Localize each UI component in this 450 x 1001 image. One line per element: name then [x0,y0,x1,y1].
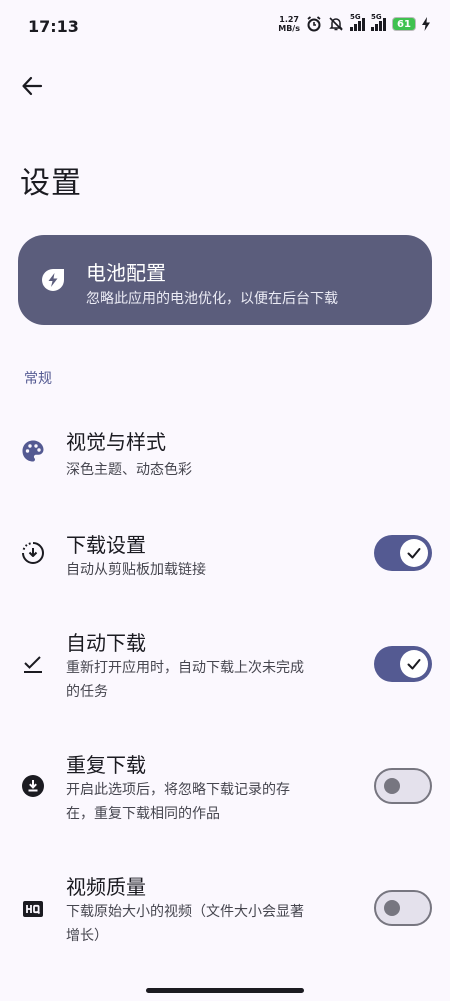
setting-subtitle: 深色主题、动态色彩 [66,462,192,478]
download-settings-toggle[interactable] [374,535,432,571]
back-button[interactable] [14,68,50,104]
setting-subtitle-line-2: 在，重复下载相同的作品 [66,806,220,822]
page-title: 设置 [20,166,82,201]
network-speed: 1.27 MB/s [278,15,300,33]
setting-subtitle-line-2: 增长） [66,928,108,944]
battery-card-title: 电池配置 [86,261,166,285]
setting-video-quality[interactable]: 视频质量 下载原始大小的视频（文件大小会显著 增长） [0,868,450,948]
setting-subtitle-line-1: 开启此选项后，将忽略下载记录的存 [66,782,290,798]
hq-icon [20,896,46,922]
done-download-icon [20,652,46,678]
setting-subtitle-line-1: 重新打开应用时，自动下载上次未完成 [66,660,304,676]
video-quality-toggle[interactable] [374,890,432,926]
charging-bolt-icon [422,17,430,31]
auto-download-toggle[interactable] [374,646,432,682]
setting-title: 视频质量 [66,875,146,899]
repeat-download-toggle[interactable] [374,768,432,804]
setting-title: 重复下载 [66,753,146,777]
section-header-general: 常规 [24,371,52,387]
download-circle-icon [20,540,46,566]
battery-config-card[interactable]: 电池配置 忽略此应用的电池优化，以便在后台下载 [18,235,432,325]
battery-icon: 61 [392,17,416,31]
setting-title: 自动下载 [66,631,146,655]
arrow-back-icon [22,76,43,96]
status-icons: 1.27 MB/s 5G 5G 61 [278,13,430,33]
setting-title: 下载设置 [66,533,146,557]
alarm-icon [306,16,322,32]
palette-icon [20,438,46,464]
signal-icon-1: 5G [350,13,365,31]
download-filled-icon [20,773,46,799]
check-icon [407,659,421,670]
setting-repeat-download[interactable]: 重复下载 开启此选项后，将忽略下载记录的存 在，重复下载相同的作品 [0,746,450,826]
setting-visual-style[interactable]: 视觉与样式 深色主题、动态色彩 [0,420,450,500]
gesture-navigation-bar[interactable] [146,988,304,993]
mute-icon [328,16,344,32]
status-bar: 17:13 1.27 MB/s 5G 5G 61 [0,0,450,54]
signal-icon-2: 5G [371,13,386,31]
battery-bolt-icon [40,267,66,293]
setting-title: 视觉与样式 [66,430,166,454]
battery-card-subtitle: 忽略此应用的电池优化，以便在后台下载 [86,291,338,307]
status-time: 17:13 [28,17,79,36]
setting-auto-download[interactable]: 自动下载 重新打开应用时，自动下载上次未完成 的任务 [0,624,450,704]
setting-subtitle-line-2: 的任务 [66,684,108,700]
setting-subtitle: 自动从剪贴板加载链接 [66,562,206,578]
setting-subtitle-line-1: 下载原始大小的视频（文件大小会显著 [66,904,304,920]
check-icon [407,548,421,559]
setting-download-settings[interactable]: 下载设置 自动从剪贴板加载链接 [0,526,450,586]
